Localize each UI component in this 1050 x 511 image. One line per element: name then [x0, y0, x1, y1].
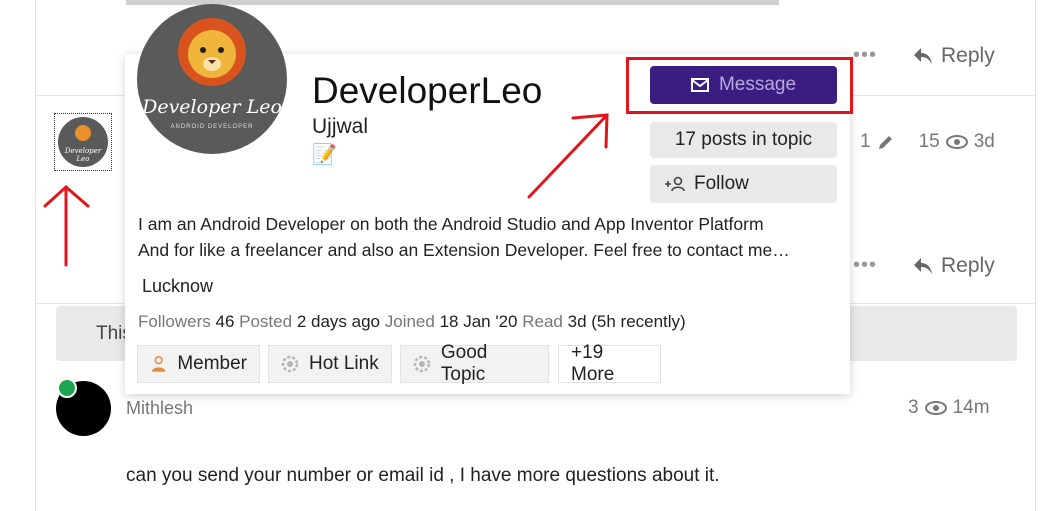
annotation-arrows: [43, 113, 609, 267]
arrow-to-message-icon: [527, 113, 609, 199]
